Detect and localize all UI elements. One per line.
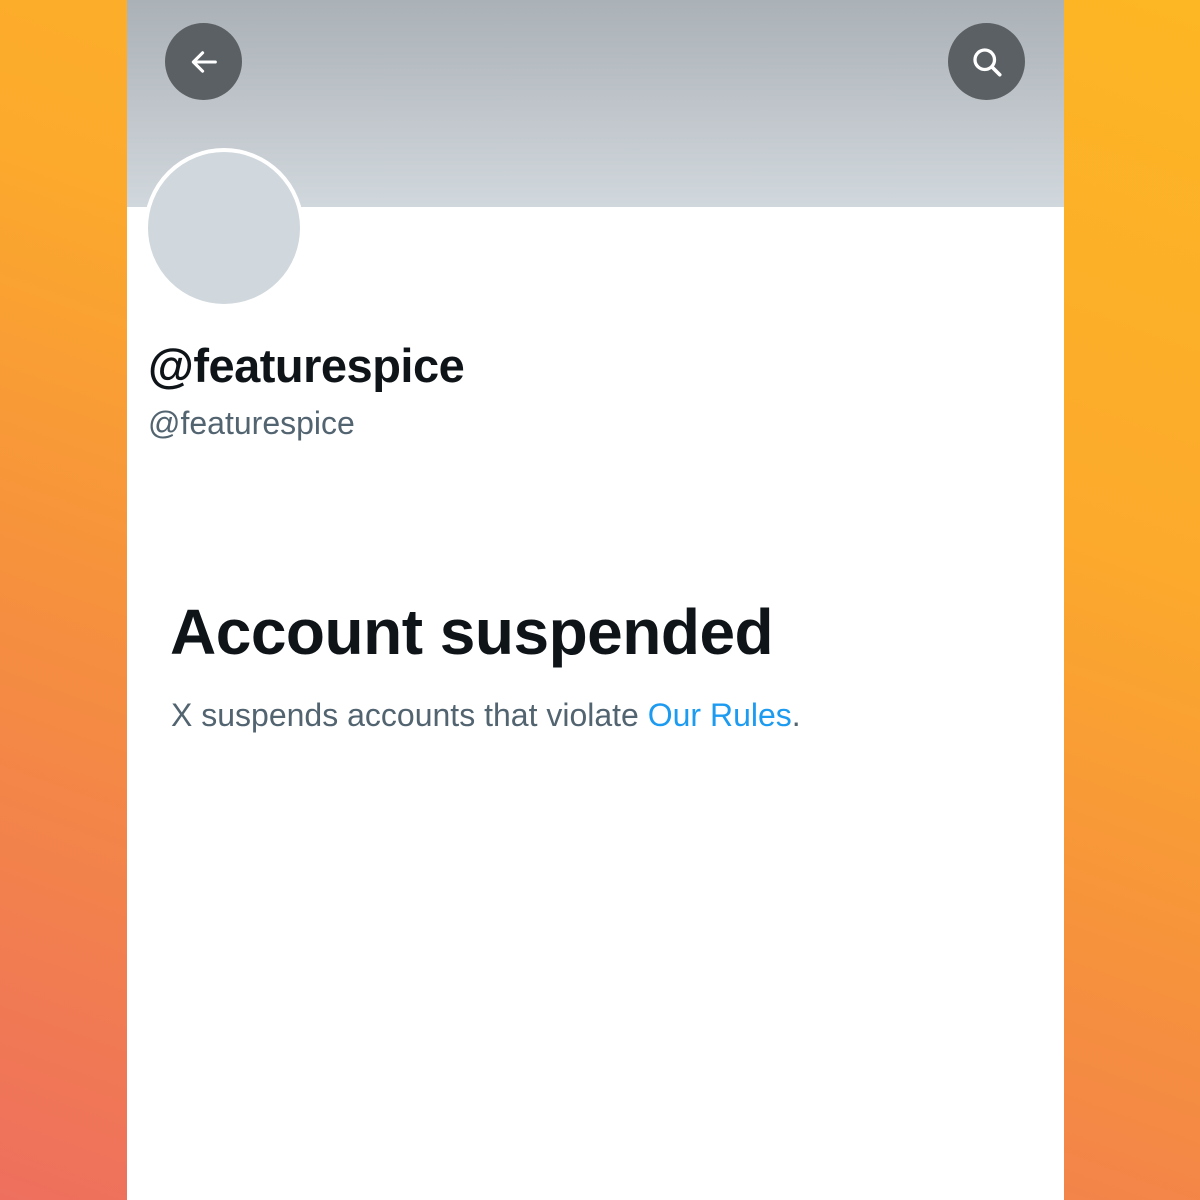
suspension-description-period: .: [791, 697, 801, 733]
search-icon: [969, 44, 1005, 80]
profile-display-name: @featurespice: [148, 339, 465, 392]
suspension-title: Account suspended: [170, 596, 774, 668]
profile-screen: @featurespice @featurespice Account susp…: [127, 0, 1064, 1200]
profile-handle: @featurespice: [148, 405, 355, 441]
back-button[interactable]: [165, 23, 242, 100]
arrow-left-icon: [187, 45, 221, 79]
suspension-description-text: X suspends accounts that violate: [171, 697, 648, 733]
search-button[interactable]: [948, 23, 1025, 100]
suspension-description: X suspends accounts that violate Our Rul…: [171, 697, 801, 734]
our-rules-link[interactable]: Our Rules: [648, 697, 792, 733]
avatar: [144, 148, 304, 308]
